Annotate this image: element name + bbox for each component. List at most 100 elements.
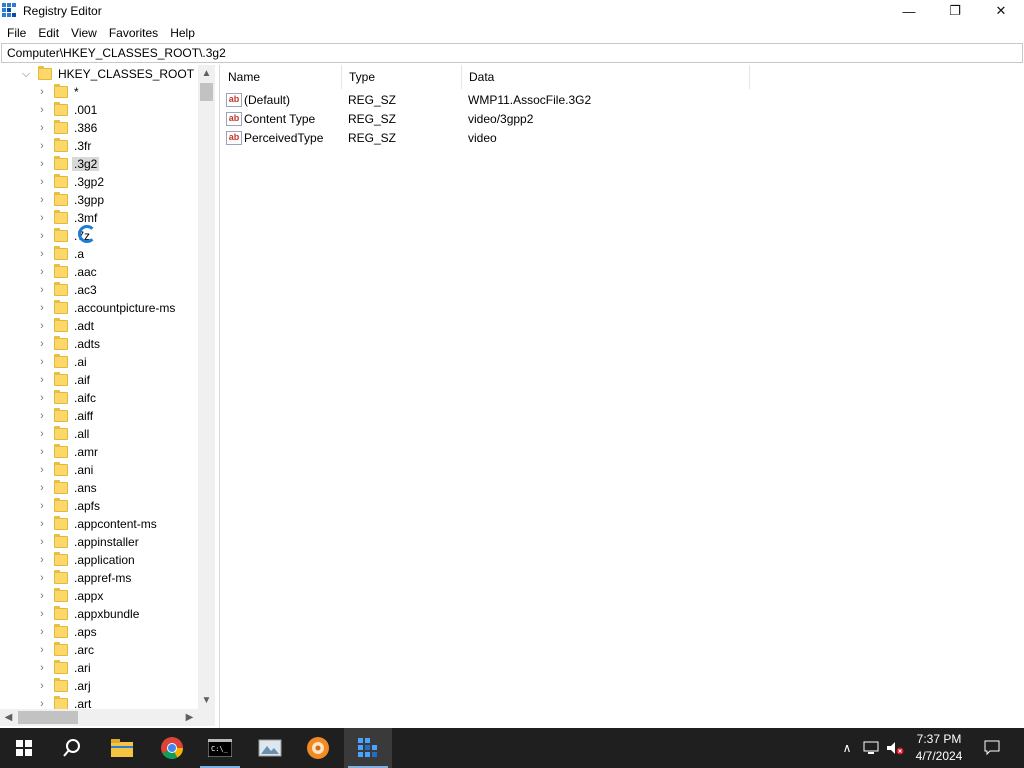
tree-item[interactable]: › .ari [36, 659, 93, 677]
chevron-right-icon[interactable]: › [36, 515, 48, 533]
tree-item[interactable]: › .001 [36, 101, 99, 119]
tree-horizontal-scrollbar[interactable]: ◀ ▶ [0, 709, 198, 726]
network-icon[interactable] [860, 728, 882, 768]
chevron-right-icon[interactable]: › [36, 569, 48, 587]
tree-item[interactable]: › .aps [36, 623, 99, 641]
start-button[interactable] [0, 728, 48, 768]
tree-item[interactable]: › .ai [36, 353, 89, 371]
chrome-button[interactable] [148, 728, 196, 768]
tree-item[interactable]: › .amr [36, 443, 100, 461]
chevron-down-icon[interactable]: ⌵ [20, 65, 32, 83]
tree-item[interactable]: › .apfs [36, 497, 102, 515]
chevron-right-icon[interactable]: › [36, 299, 48, 317]
tree-item[interactable]: › .3mf [36, 209, 99, 227]
chevron-right-icon[interactable]: › [36, 83, 48, 101]
chevron-right-icon[interactable]: › [36, 245, 48, 263]
chevron-right-icon[interactable]: › [36, 227, 48, 245]
value-row[interactable]: ab (Default) REG_SZ WMP11.AssocFile.3G2 [221, 90, 751, 109]
chevron-right-icon[interactable]: › [36, 155, 48, 173]
chevron-right-icon[interactable]: › [36, 101, 48, 119]
menu-view[interactable]: View [64, 26, 102, 40]
scroll-thumb-horizontal[interactable] [18, 711, 78, 724]
menu-help[interactable]: Help [163, 26, 200, 40]
terminal-button[interactable]: C:\_ [196, 728, 244, 768]
scroll-down-icon[interactable]: ▼ [198, 692, 215, 709]
tree-item[interactable]: › .aiff [36, 407, 95, 425]
tree-item[interactable]: › .adts [36, 335, 102, 353]
tree-item[interactable]: › .all [36, 425, 91, 443]
file-explorer-button[interactable] [98, 728, 146, 768]
chevron-right-icon[interactable]: › [36, 533, 48, 551]
chevron-right-icon[interactable]: › [36, 479, 48, 497]
system-clock[interactable]: 7:37 PM 4/7/2024 [908, 731, 970, 765]
column-header-data[interactable]: Data [462, 65, 750, 89]
chevron-right-icon[interactable]: › [36, 371, 48, 389]
tree-item[interactable]: › .ans [36, 479, 99, 497]
chevron-right-icon[interactable]: › [36, 137, 48, 155]
chevron-right-icon[interactable]: › [36, 263, 48, 281]
value-row[interactable]: ab Content Type REG_SZ video/3gpp2 [221, 109, 751, 128]
menu-edit[interactable]: Edit [31, 26, 64, 40]
menu-favorites[interactable]: Favorites [102, 26, 163, 40]
tree-item[interactable]: › .adt [36, 317, 96, 335]
chevron-right-icon[interactable]: › [36, 497, 48, 515]
column-header-type[interactable]: Type [342, 65, 462, 89]
tree-item[interactable]: › .ac3 [36, 281, 99, 299]
chevron-right-icon[interactable]: › [36, 209, 48, 227]
search-button[interactable] [48, 728, 96, 768]
values-pane[interactable]: Name Type Data ab (Default) REG_SZ WMP11… [221, 65, 1024, 728]
scroll-left-icon[interactable]: ◀ [0, 709, 17, 726]
show-hidden-icons-button[interactable]: ∧ [836, 728, 858, 768]
media-app-button[interactable] [294, 728, 342, 768]
chevron-right-icon[interactable]: › [36, 641, 48, 659]
maximize-button[interactable]: ❐ [932, 0, 978, 22]
chevron-right-icon[interactable]: › [36, 551, 48, 569]
tree-item[interactable]: › .arc [36, 641, 96, 659]
address-bar[interactable]: Computer\HKEY_CLASSES_ROOT\.3g2 [1, 43, 1023, 63]
volume-muted-icon[interactable] [884, 728, 906, 768]
tree-item[interactable]: › .application [36, 551, 137, 569]
value-row[interactable]: ab PerceivedType REG_SZ video [221, 128, 751, 147]
photo-viewer-button[interactable] [246, 728, 294, 768]
tree-root[interactable]: ⌵ HKEY_CLASSES_ROOT [20, 65, 196, 83]
notification-center-button[interactable] [978, 728, 1006, 768]
tree-item[interactable]: › .3gpp [36, 191, 106, 209]
tree-item[interactable]: › .3g2 [36, 155, 100, 173]
scroll-right-icon[interactable]: ▶ [181, 709, 198, 726]
chevron-right-icon[interactable]: › [36, 425, 48, 443]
tree-item[interactable]: › .aac [36, 263, 99, 281]
registry-tree[interactable]: ⌵ HKEY_CLASSES_ROOT › * › .001 › .386 › .3fr › .3… [0, 65, 215, 728]
tree-item[interactable]: › .ani [36, 461, 95, 479]
title-bar[interactable]: Registry Editor — ❐ ✕ [0, 0, 1024, 22]
chevron-right-icon[interactable]: › [36, 443, 48, 461]
scroll-thumb[interactable] [200, 83, 213, 101]
chevron-right-icon[interactable]: › [36, 119, 48, 137]
chevron-right-icon[interactable]: › [36, 191, 48, 209]
tree-item[interactable]: › .appref-ms [36, 569, 133, 587]
chevron-right-icon[interactable]: › [36, 335, 48, 353]
chevron-right-icon[interactable]: › [36, 587, 48, 605]
chevron-right-icon[interactable]: › [36, 407, 48, 425]
tree-item[interactable]: › .accountpicture-ms [36, 299, 177, 317]
registry-editor-taskbar-button[interactable] [344, 728, 392, 768]
minimize-button[interactable]: — [886, 0, 932, 22]
tree-item[interactable]: › .appinstaller [36, 533, 141, 551]
tree-vertical-scrollbar[interactable]: ▲ ▼ [198, 65, 215, 709]
tree-item[interactable]: › .aifc [36, 389, 98, 407]
column-header-name[interactable]: Name [221, 65, 342, 89]
tree-item[interactable]: › .3gp2 [36, 173, 106, 191]
tree-item[interactable]: › * [36, 83, 81, 101]
tree-item[interactable]: › .3fr [36, 137, 93, 155]
chevron-right-icon[interactable]: › [36, 173, 48, 191]
close-button[interactable]: ✕ [978, 0, 1024, 22]
chevron-right-icon[interactable]: › [36, 317, 48, 335]
chevron-right-icon[interactable]: › [36, 605, 48, 623]
tree-item[interactable]: › .appcontent-ms [36, 515, 159, 533]
menu-file[interactable]: File [0, 26, 31, 40]
tree-item[interactable]: › .aif [36, 371, 92, 389]
pane-splitter[interactable] [215, 65, 220, 728]
tree-item[interactable]: › .appxbundle [36, 605, 141, 623]
chevron-right-icon[interactable]: › [36, 353, 48, 371]
tree-item[interactable]: › .appx [36, 587, 105, 605]
tree-item[interactable]: › .arj [36, 677, 93, 695]
